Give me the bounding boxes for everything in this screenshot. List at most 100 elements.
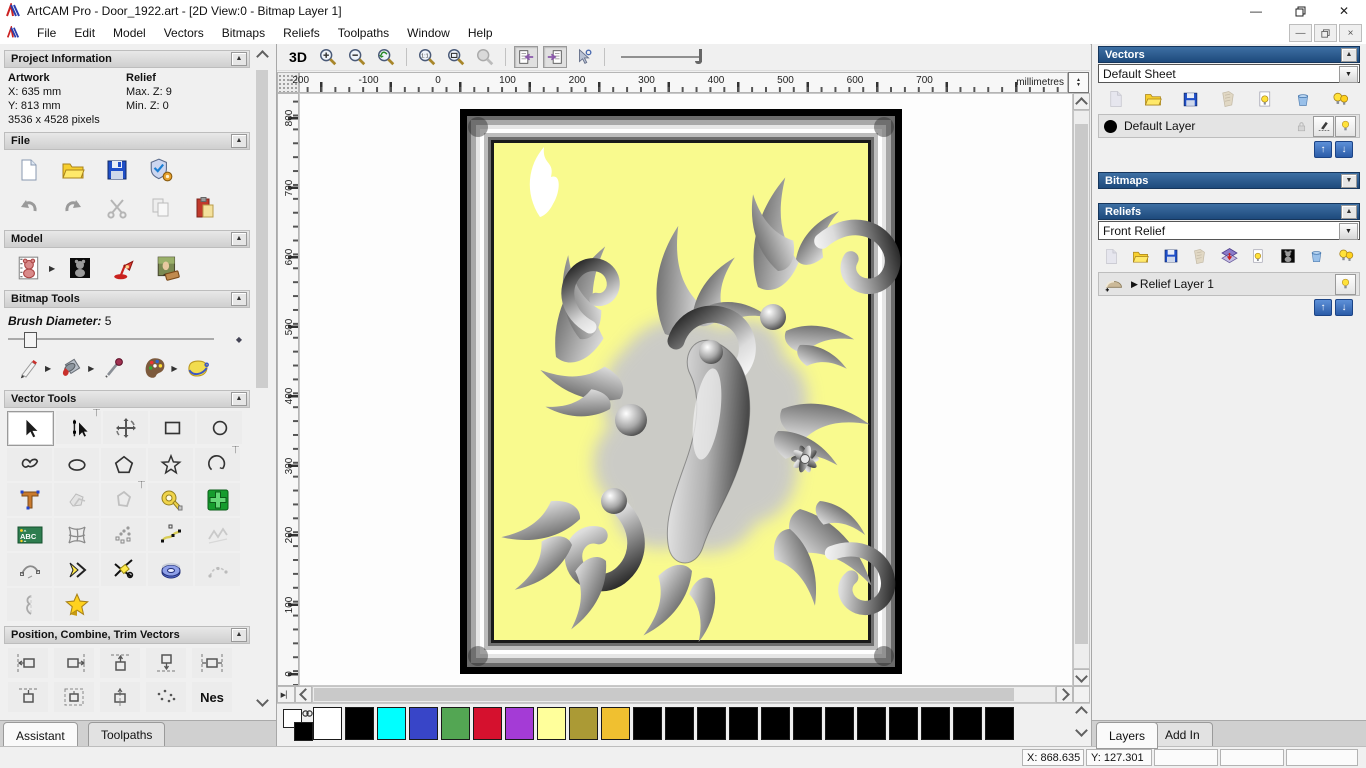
palette-swatch-4[interactable] — [441, 707, 470, 740]
lighting-button[interactable] — [109, 254, 139, 282]
vector-select-tool[interactable] — [7, 411, 54, 446]
palette-button[interactable] — [140, 354, 170, 382]
greyscale-model-button[interactable] — [65, 254, 95, 282]
palette-swatch-21[interactable] — [985, 707, 1014, 740]
brush-diameter-slider[interactable]: ◆ — [8, 332, 242, 348]
delete-relief-button[interactable] — [1305, 242, 1327, 270]
vector-star-tool[interactable] — [148, 448, 193, 481]
vector-text-block-tool[interactable]: ABC — [7, 518, 52, 551]
link-colours-icon[interactable] — [302, 709, 313, 718]
hscrollbar-thumb[interactable] — [314, 688, 1014, 701]
move-layer-down-button[interactable]: ↓ — [1335, 141, 1353, 158]
zoom-previous-button[interactable] — [374, 46, 398, 68]
vector-trim-shape-tool[interactable]: ⏉ — [101, 482, 146, 516]
toggle-layer-visibility-button[interactable] — [1253, 85, 1277, 113]
greyscale-slider[interactable] — [621, 48, 713, 66]
palette-swatch-13[interactable] — [729, 707, 758, 740]
toggle-3d-view-button[interactable]: 3D — [285, 49, 311, 65]
slider-handle[interactable] — [24, 332, 37, 348]
layer-colour-dot-icon[interactable] — [1103, 119, 1118, 134]
section-header-bitmap-tools[interactable]: Bitmap Tools ▲ — [4, 290, 250, 308]
palette-swatch-6[interactable] — [505, 707, 534, 740]
zoom-fit-button[interactable] — [444, 46, 468, 68]
dropdown-arrow-icon[interactable]: ▼ — [1339, 223, 1358, 240]
vector-trim-vectors-tool[interactable] — [101, 553, 146, 586]
drawing-viewport[interactable] — [299, 93, 1073, 686]
menu-toolpaths[interactable]: Toolpaths — [329, 23, 398, 43]
vector-revolve-tool[interactable] — [148, 553, 193, 586]
model-wizard-button[interactable] — [146, 156, 176, 184]
collapse-button[interactable]: ▲ — [231, 292, 247, 306]
vector-offset-tool[interactable] — [54, 483, 99, 516]
texture-flood-button[interactable] — [183, 354, 213, 382]
vector-freehand-tool[interactable] — [7, 448, 52, 481]
palette-swatch-0[interactable] — [313, 707, 342, 740]
section-header-file[interactable]: File ▲ — [4, 132, 250, 150]
palette-swatch-8[interactable] — [569, 707, 598, 740]
scroll-down-icon[interactable] — [256, 694, 269, 707]
layer-visibility-button[interactable] — [1335, 115, 1356, 137]
vscrollbar-thumb[interactable] — [1075, 124, 1088, 644]
snap-layer-button[interactable] — [1313, 115, 1334, 137]
align-center-both-button[interactable] — [100, 682, 140, 712]
vector-sheet-select[interactable]: Default Sheet ▼ — [1098, 64, 1360, 83]
load-texture-button[interactable] — [153, 254, 183, 282]
nesting-button[interactable]: Nes — [192, 682, 232, 712]
align-right-button[interactable] — [54, 648, 94, 678]
vector-layer-row[interactable]: Default Layer — [1098, 114, 1360, 138]
tab-add-in[interactable]: Add In — [1152, 722, 1213, 747]
greyscale-preview-button[interactable] — [1277, 242, 1299, 270]
ruler-toggle-button[interactable]: ▶▏ — [277, 686, 295, 703]
vector-gold-star-tool[interactable] — [54, 588, 99, 621]
tab-toolpaths[interactable]: Toolpaths — [88, 722, 166, 746]
menu-bitmaps[interactable]: Bitmaps — [213, 23, 274, 43]
vector-ellipse-tool[interactable] — [54, 448, 99, 481]
colour-picker-button[interactable] — [100, 354, 130, 382]
transfer-relief-button[interactable] — [1217, 242, 1241, 270]
vertical-ruler[interactable]: 800 700 600 500 400 300 200 100 0 — [277, 93, 299, 686]
scroll-left-button[interactable] — [295, 686, 312, 703]
toggle-relief-visibility-button[interactable] — [1248, 242, 1270, 270]
undo-button[interactable] — [14, 194, 44, 222]
palette-swatch-17[interactable] — [857, 707, 886, 740]
vector-distort-tool[interactable] — [54, 518, 99, 551]
window-minimize-button[interactable]: — — [1234, 0, 1278, 22]
palette-scroll[interactable] — [1075, 706, 1088, 737]
set-model-size-button[interactable] — [14, 254, 44, 282]
collapse-button[interactable]: ▲ — [231, 134, 247, 148]
palette-swatch-12[interactable] — [697, 707, 726, 740]
move-layer-up-button[interactable]: ↑ — [1314, 141, 1332, 158]
reliefs-panel-header[interactable]: Reliefs ▲ — [1098, 203, 1360, 220]
collapse-button[interactable]: ▲ — [231, 628, 247, 642]
scroll-right-button[interactable] — [1056, 686, 1073, 703]
new-relief-layer-button[interactable] — [1100, 242, 1122, 270]
open-model-button[interactable] — [58, 156, 88, 184]
menu-model[interactable]: Model — [104, 23, 155, 43]
menu-reliefs[interactable]: Reliefs — [274, 23, 329, 43]
vector-paste-along-curve-tool[interactable] — [101, 518, 146, 551]
vector-move-nodes-tool[interactable] — [148, 518, 193, 551]
center-horizontal-button[interactable] — [192, 648, 232, 678]
palette-swatch-5[interactable] — [473, 707, 502, 740]
vector-transform-tool[interactable] — [103, 411, 148, 444]
palette-scroll-down-icon[interactable] — [1075, 724, 1088, 737]
align-bottom-button[interactable] — [146, 648, 186, 678]
vector-rectangle-tool[interactable] — [150, 411, 195, 444]
collapse-button[interactable]: ▲ — [231, 52, 247, 66]
vector-dotted-path-tool[interactable] — [195, 553, 240, 586]
relief-visibility-button[interactable] — [1335, 273, 1356, 295]
palette-swatch-15[interactable] — [793, 707, 822, 740]
menu-edit[interactable]: Edit — [65, 23, 104, 43]
link-cursor-button[interactable] — [572, 46, 596, 68]
next-bitmap-layer-button[interactable] — [543, 46, 567, 68]
palette-swatch-2[interactable] — [377, 707, 406, 740]
import-vectors-button[interactable] — [1216, 85, 1240, 113]
mdi-minimize-button[interactable]: — — [1289, 24, 1312, 42]
vector-join-chevron-tool[interactable] — [54, 553, 99, 586]
scrollbar-thumb[interactable] — [256, 70, 268, 388]
palette-swatch-18[interactable] — [889, 707, 918, 740]
collapse-button[interactable]: ▲ — [231, 232, 247, 246]
vector-measure-tool[interactable] — [148, 483, 193, 516]
menu-window[interactable]: Window — [398, 23, 459, 43]
dropdown-arrow-icon[interactable]: ▼ — [1339, 66, 1358, 83]
